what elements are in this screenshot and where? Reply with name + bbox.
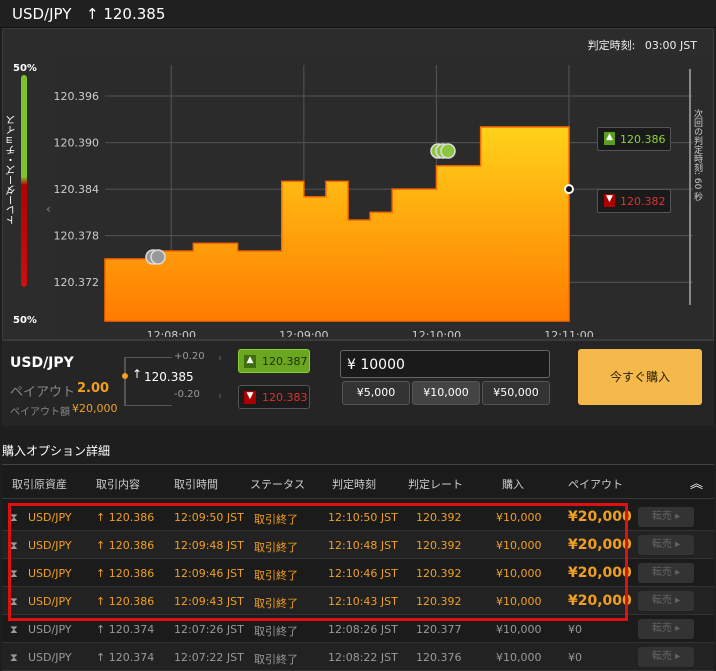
rate-bracket: [124, 357, 126, 405]
cell-time: 12:07:26 JST: [174, 623, 244, 636]
trader-choice-bar: [21, 75, 27, 287]
cell-status: 取引終了: [254, 653, 298, 666]
cell-judge: 12:08:26 JST: [328, 623, 398, 636]
column-header: 購入: [502, 478, 524, 491]
low-button-rate: 120.383: [262, 391, 308, 404]
trader-bottom-pct: 50%: [13, 315, 37, 326]
arrow-up-icon: ▲: [604, 132, 615, 145]
column-header: 取引原資産: [12, 478, 67, 491]
cell-rate: 120.377: [416, 623, 462, 636]
chevron-right-icon: ›: [218, 391, 222, 402]
preset-10000-button[interactable]: ¥10,000: [412, 381, 480, 405]
buy-now-button[interactable]: 今すぐ購入: [578, 349, 702, 405]
current-rate: ↑ 120.385: [86, 5, 166, 23]
table-header: 取引原資産 取引内容 取引時間 ステータス 判定時刻 判定レート 購入 ペイアウ…: [2, 465, 714, 499]
judge-time: 判定時刻: 03:00 JST: [588, 37, 697, 53]
y-tick-label: 120.372: [54, 276, 100, 289]
low-rate-tag-value: 120.382: [620, 195, 666, 208]
up-offset: +0.20: [174, 351, 205, 362]
y-tick-label: 120.384: [54, 183, 100, 196]
cell-buy: ¥10,000: [496, 623, 542, 636]
resell-button[interactable]: 転売 ▸: [638, 591, 694, 611]
x-tick-label: 12:10:00: [412, 329, 461, 337]
highlight-box: [8, 503, 628, 621]
trader-choice: 50% トレーダーズ・チョイス 50% ‹: [3, 55, 53, 326]
details-title: 購入オプション詳細: [2, 444, 111, 458]
amount-input[interactable]: ¥ 10000: [340, 350, 550, 378]
payout-value: 2.00: [77, 381, 110, 396]
payout-label: ペイアウト: [10, 385, 76, 400]
chevron-left-icon[interactable]: ‹: [46, 202, 51, 216]
preset-5000-button[interactable]: ¥5,000: [342, 381, 410, 405]
asset-pair: USD/JPY: [12, 5, 72, 23]
bracket-bottom: [124, 405, 172, 406]
cell-status: 取引終了: [254, 625, 298, 638]
resell-button[interactable]: 転売 ▸: [638, 619, 694, 639]
down-offset: -0.20: [174, 389, 200, 400]
arrow-down-icon: ▼: [604, 194, 615, 207]
x-tick-label: 12:09:00: [279, 329, 328, 337]
arrow-up-icon: ▲: [244, 355, 256, 368]
cell-asset: USD/JPY: [28, 623, 72, 636]
column-header: 判定レート: [408, 478, 463, 491]
arrow-up-icon: ↑: [132, 367, 143, 381]
resell-button[interactable]: 転売 ▸: [638, 535, 694, 555]
resell-button[interactable]: 転売 ▸: [638, 507, 694, 527]
x-tick-label: 12:08:00: [147, 329, 196, 337]
chevron-right-icon: ›: [218, 353, 222, 364]
hourglass-icon: ⧗: [10, 651, 18, 664]
chart-panel: 判定時刻: 03:00 JST 50% トレーダーズ・チョイス 50% ‹ 12…: [2, 28, 714, 342]
price-area: [104, 126, 570, 322]
y-tick-label: 120.378: [54, 230, 100, 243]
top-bar: USD/JPY ↑ 120.385: [0, 0, 716, 28]
payout-amount-label: ペイアウト額: [10, 407, 70, 418]
bracket-top: [124, 357, 172, 358]
arrow-down-icon: ▼: [244, 391, 256, 404]
low-rate-tag: ▼ 120.382: [597, 189, 671, 213]
countdown-label: 次回の判定時刻: 60 秒: [692, 109, 702, 202]
order-pair: USD/JPY: [10, 355, 74, 371]
preset-50000-button[interactable]: ¥50,000: [482, 381, 550, 405]
judge-time-label: 判定時刻:: [587, 39, 636, 52]
trader-choice-label: トレーダーズ・チョイス: [7, 115, 18, 225]
trade-marker-icon: [150, 249, 166, 265]
y-tick-label: 120.396: [54, 90, 100, 103]
low-button[interactable]: ▼ 120.383: [238, 385, 310, 409]
hourglass-icon: ⧗: [10, 623, 18, 636]
column-header: ステータス: [250, 478, 305, 491]
collapse-icon[interactable]: ︽: [690, 473, 703, 492]
table-row: USD/JPY ↑ 120.374 12:07:22 JST 取引終了 12:08:22…: [2, 643, 714, 671]
trade-marker-icon: [440, 143, 456, 159]
order-current-rate: 120.385: [144, 370, 194, 384]
high-rate-tag-value: 120.386: [620, 133, 666, 146]
high-rate-tag: ▲ 120.386: [597, 127, 671, 151]
high-button[interactable]: ▲ 120.387: [238, 349, 310, 373]
trader-top-pct: 50%: [13, 63, 37, 74]
y-tick-label: 120.390: [54, 137, 100, 150]
payout-amount: ¥20,000: [72, 402, 118, 415]
order-bar: USD/JPY ペイアウト 2.00 ペイアウト額 ¥20,000 +0.20 …: [2, 340, 714, 426]
column-header: 取引時間: [174, 478, 218, 491]
high-button-rate: 120.387: [262, 355, 308, 368]
cell-trade: ↑ 120.374: [96, 623, 155, 636]
resell-button[interactable]: 転売 ▸: [638, 647, 694, 667]
details-table: 取引原資産 取引内容 取引時間 ステータス 判定時刻 判定レート 購入 ペイアウ…: [2, 464, 714, 671]
amount-input-value: ¥ 10000: [347, 357, 405, 373]
last-price-dot: [564, 184, 574, 195]
judge-time-value: 03:00 JST: [644, 39, 697, 52]
resell-button[interactable]: 転売 ▸: [638, 563, 694, 583]
current-rate-dot: [122, 373, 128, 379]
column-header: 取引内容: [96, 478, 140, 491]
cell-payout: ¥0: [568, 623, 582, 636]
x-tick-label: 12:11:00: [544, 329, 593, 337]
column-header: 判定時刻: [332, 478, 376, 491]
column-header: ペイアウト: [568, 478, 623, 491]
